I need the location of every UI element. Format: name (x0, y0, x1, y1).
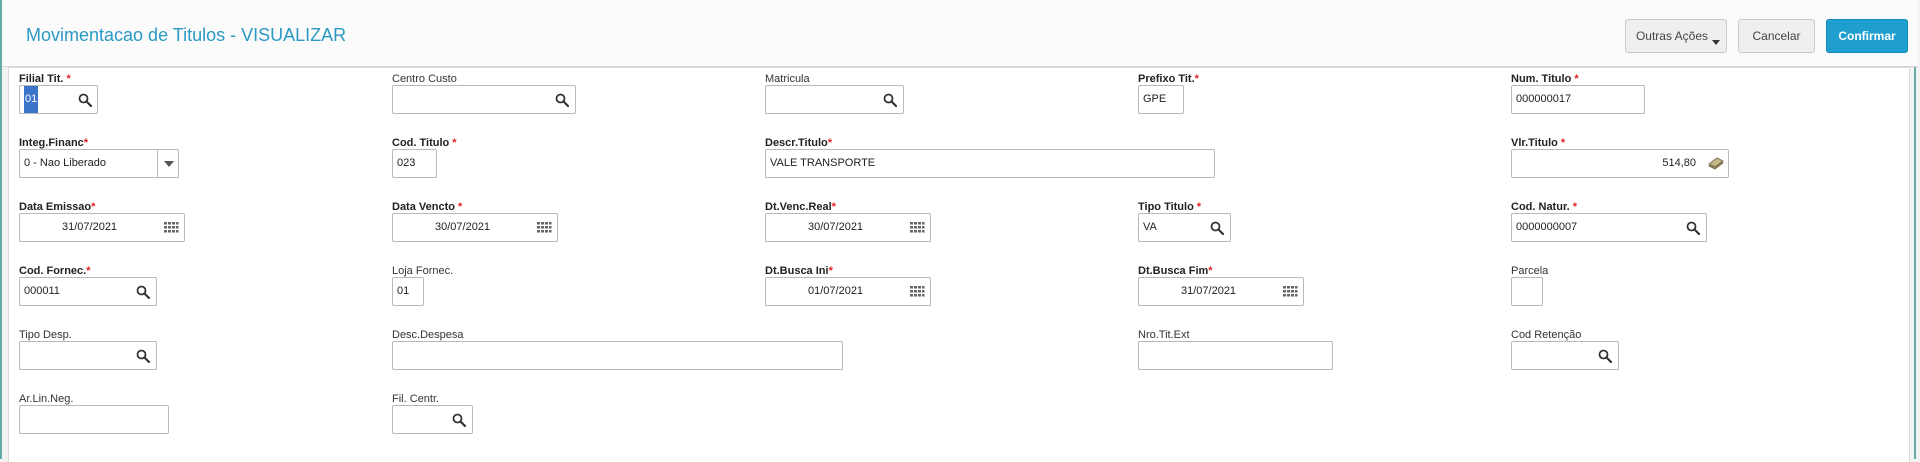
data-vencto-label: Data Vencto (392, 201, 455, 213)
vlr-titulo-input[interactable]: 514,80 (1511, 149, 1729, 178)
header-bar: Movimentacao de Titulos - VISUALIZAR Out… (2, 0, 1918, 67)
prefixo-input[interactable]: GPE (1138, 85, 1184, 114)
prefixo-value: GPE (1143, 93, 1167, 105)
cod-fornec-value: 000011 (24, 285, 60, 297)
data-emissao-input[interactable]: 31/07/2021 (19, 213, 185, 242)
cod-fornec-input[interactable]: 000011 (19, 277, 157, 306)
data-vencto-input[interactable]: 30/07/2021 (392, 213, 558, 242)
outras-acoes-button[interactable]: Outras Ações (1625, 19, 1727, 53)
chevron-down-icon (1712, 40, 1720, 45)
data-vencto-value: 30/07/2021 (435, 221, 491, 233)
chevron-down-icon (164, 161, 174, 167)
cod-titulo-label: Cod. Titulo (392, 137, 450, 149)
filial-input[interactable]: 01 (19, 85, 98, 114)
fil-centr-label: Fil. Centr. (392, 393, 440, 405)
tipo-titulo-value: VA (1143, 221, 1157, 233)
dt-venc-real-value: 30/07/2021 (808, 221, 864, 233)
calendar-icon[interactable] (1283, 285, 1298, 299)
cod-natur-label: Cod. Natur. (1511, 201, 1570, 213)
dt-busca-fim-input[interactable]: 31/07/2021 (1138, 277, 1304, 306)
descr-titulo-label: Descr.Titulo (765, 137, 828, 149)
loja-fornec-input[interactable]: 01 (392, 277, 424, 306)
num-titulo-label: Num. Titulo (1511, 73, 1572, 85)
integ-financ-label: Integ.Financ (19, 137, 84, 149)
search-icon[interactable] (452, 413, 466, 427)
data-emissao-label: Data Emissao (19, 201, 92, 213)
cod-titulo-input[interactable]: 023 (392, 149, 437, 178)
money-icon[interactable] (1708, 157, 1724, 171)
search-icon[interactable] (883, 93, 897, 107)
filial-label: Filial Tit. (19, 73, 64, 85)
cod-titulo-value: 023 (397, 157, 416, 169)
cod-fornec-label: Cod. Fornec. (19, 265, 87, 277)
calendar-icon[interactable] (537, 221, 552, 235)
dt-busca-fim-label: Dt.Busca Fim (1138, 265, 1209, 277)
ar-lin-neg-input[interactable] (19, 405, 169, 434)
cod-retencao-input[interactable] (1511, 341, 1619, 370)
outras-acoes-label: Outras Ações (1635, 29, 1709, 43)
search-icon[interactable] (1686, 221, 1700, 235)
matricula-label: Matricula (765, 73, 810, 85)
data-emissao-value: 31/07/2021 (62, 221, 118, 233)
dt-busca-fim-value: 31/07/2021 (1181, 285, 1237, 297)
cod-natur-input[interactable]: 0000000007 (1511, 213, 1707, 242)
tipo-titulo-label: Tipo Titulo (1138, 201, 1194, 213)
dt-venc-real-input[interactable]: 30/07/2021 (765, 213, 931, 242)
search-icon[interactable] (136, 285, 150, 299)
vlr-titulo-label: Vlr.Titulo (1511, 137, 1558, 149)
integ-financ-value: 0 - Nao Liberado (24, 157, 106, 169)
search-icon[interactable] (1598, 349, 1612, 363)
dt-busca-ini-value: 01/07/2021 (808, 285, 864, 297)
search-icon[interactable] (1210, 221, 1224, 235)
dt-busca-ini-input[interactable]: 01/07/2021 (765, 277, 931, 306)
nro-tit-ext-label: Nro.Tit.Ext (1138, 329, 1190, 341)
page-title: Movimentacao de Titulos - VISUALIZAR (26, 25, 347, 45)
prefixo-label: Prefixo Tit. (1138, 73, 1195, 85)
calendar-icon[interactable] (910, 285, 925, 299)
num-titulo-input[interactable]: 000000017 (1511, 85, 1645, 114)
form-panel: Filial Tit. * 01 Centro Custo Matricula … (8, 67, 1910, 462)
search-icon[interactable] (136, 349, 150, 363)
calendar-icon[interactable] (164, 221, 179, 235)
cod-retencao-label: Cod Retenção (1511, 329, 1582, 341)
dt-venc-real-label: Dt.Venc.Real (765, 201, 832, 213)
cancel-button[interactable]: Cancelar (1738, 19, 1815, 53)
cod-natur-value: 0000000007 (1516, 221, 1578, 233)
vlr-titulo-value: 514,80 (1662, 157, 1696, 169)
descr-titulo-value: VALE TRANSPORTE (770, 157, 876, 169)
ar-lin-neg-label: Ar.Lin.Neg. (19, 393, 74, 405)
matricula-input[interactable] (765, 85, 904, 114)
descr-titulo-input[interactable]: VALE TRANSPORTE (765, 149, 1215, 178)
centro-custo-input[interactable] (392, 85, 576, 114)
parcela-input[interactable] (1511, 277, 1543, 306)
loja-fornec-value: 01 (397, 285, 410, 297)
desc-despesa-label: Desc.Despesa (392, 329, 464, 341)
nro-tit-ext-input[interactable] (1138, 341, 1333, 370)
filial-value: 01 (24, 86, 39, 113)
search-icon[interactable] (555, 93, 569, 107)
loja-fornec-label: Loja Fornec. (392, 265, 454, 277)
tipo-desp-input[interactable] (19, 341, 157, 370)
tipo-desp-label: Tipo Desp. (19, 329, 72, 341)
fil-centr-input[interactable] (392, 405, 473, 434)
integ-financ-select[interactable]: 0 - Nao Liberado (19, 149, 179, 178)
parcela-label: Parcela (1511, 265, 1549, 277)
dt-busca-ini-label: Dt.Busca Ini (765, 265, 829, 277)
desc-despesa-input[interactable] (392, 341, 843, 370)
calendar-icon[interactable] (910, 221, 925, 235)
tipo-titulo-input[interactable]: VA (1138, 213, 1231, 242)
num-titulo-value: 000000017 (1516, 93, 1572, 105)
confirm-button[interactable]: Confirmar (1826, 19, 1908, 53)
search-icon[interactable] (78, 93, 92, 107)
centro-custo-label: Centro Custo (392, 73, 457, 85)
